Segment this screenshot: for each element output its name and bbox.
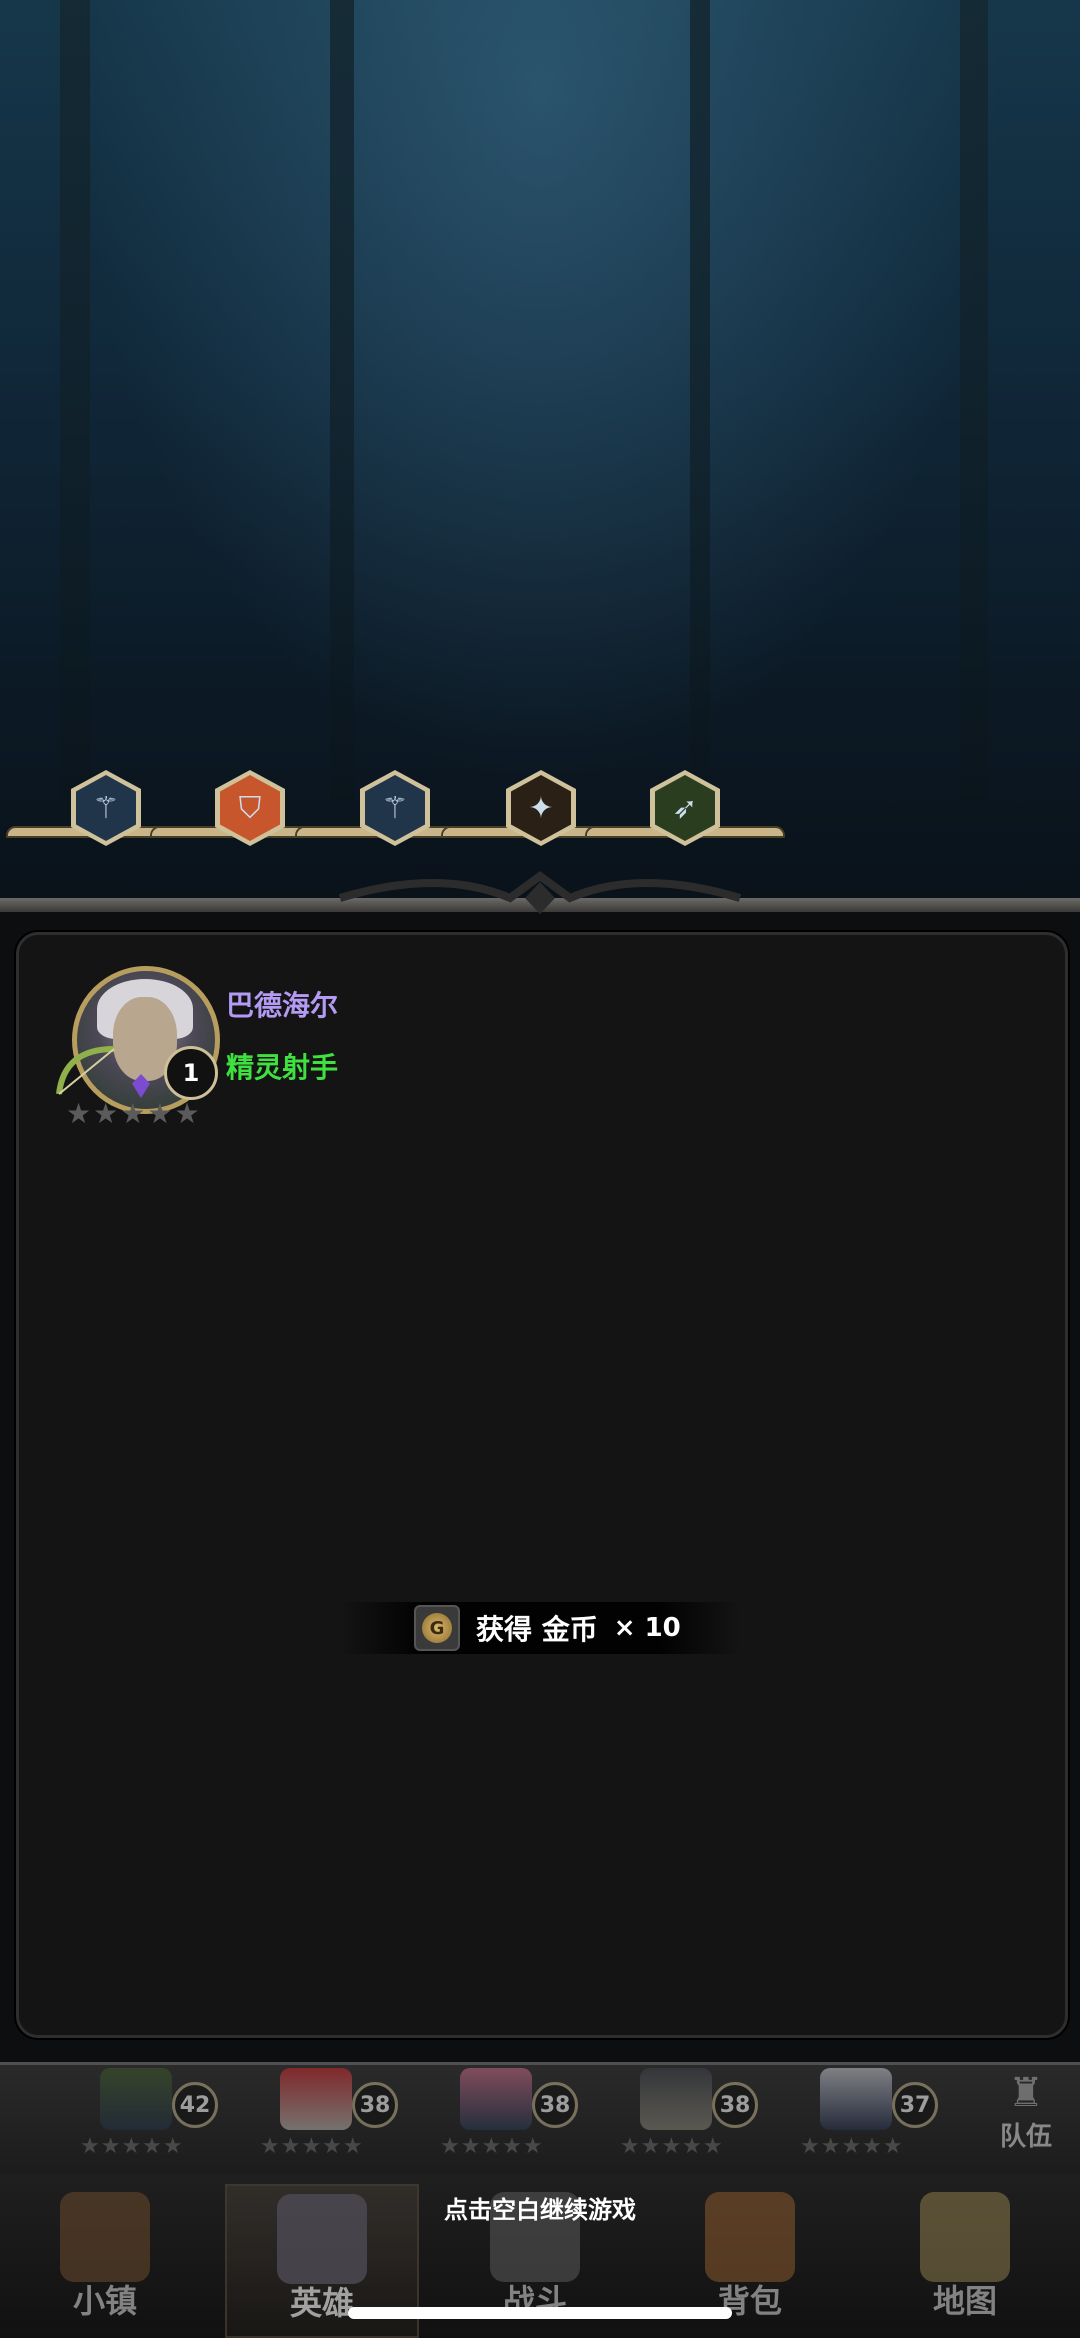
hero-card[interactable]: 姬瑟拉 37 — [587, 114, 783, 836]
nav-label: 小镇 — [72, 2282, 137, 2320]
team-level: 38 — [712, 2082, 758, 2128]
reward-text: 获得 金币 — [476, 1613, 598, 1646]
hero-class: 精灵射手 — [226, 1051, 339, 1084]
team-slot[interactable]: 38 ★★★★★ — [240, 2068, 410, 2166]
team-portrait — [460, 2068, 532, 2130]
home-indicator — [348, 2307, 732, 2319]
team-level: 38 — [352, 2082, 398, 2128]
team-stars: ★★★★★ — [800, 2134, 904, 2159]
team-button-label: 队伍 — [999, 2122, 1052, 2152]
team-portrait — [100, 2068, 172, 2130]
nav-label: 地图 — [932, 2282, 997, 2320]
reward-toast: G 获得 金币 × 10 — [340, 1602, 740, 1654]
hero-level-badge: 1 — [164, 1046, 218, 1100]
star-icon: ★ — [120, 1097, 146, 1130]
team-button[interactable]: ♜ 队伍 — [986, 2070, 1066, 2166]
team-level: 42 — [172, 2082, 218, 2128]
hero-stars: ★ ★ ★ ★ ★ — [66, 1100, 200, 1128]
star-icon: ★ — [93, 1097, 119, 1130]
star-icon: ★ — [66, 1097, 92, 1130]
team-slot[interactable]: 37 ★★★★★ — [780, 2068, 950, 2166]
star-icon: ★ — [174, 1097, 200, 1130]
continue-hint: 点击空白继续游戏 — [444, 2196, 636, 2224]
divider-ornament — [338, 871, 742, 914]
star-icon: ★ — [147, 1097, 173, 1130]
team-portrait — [820, 2068, 892, 2130]
team-portrait — [280, 2068, 352, 2130]
team-stars: ★★★★★ — [260, 2134, 364, 2159]
team-stars: ★★★★★ — [440, 2134, 544, 2159]
team-portrait — [640, 2068, 712, 2130]
team-level: 37 — [892, 2082, 938, 2128]
chess-icon: ♜ — [1008, 2070, 1044, 2116]
hero-selection-area: 蜡笔小新 42 ⚚ 德莱登 38 ⛉ — [0, 0, 1080, 900]
forest-tree — [960, 0, 988, 800]
team-stars: ★★★★★ — [80, 2134, 184, 2159]
bow-icon — [56, 1046, 115, 1095]
team-level: 38 — [532, 2082, 578, 2128]
team-stars: ★★★★★ — [620, 2134, 724, 2159]
coin-icon: G — [414, 1605, 460, 1651]
team-slot[interactable]: 38 ★★★★★ — [600, 2068, 770, 2166]
team-slot[interactable]: 42 ★★★★★ — [60, 2068, 230, 2166]
team-slot[interactable]: 38 ★★★★★ — [420, 2068, 590, 2166]
hero-name: 巴德海尔 — [226, 989, 339, 1022]
reward-multiplier: × 10 — [613, 1613, 681, 1643]
